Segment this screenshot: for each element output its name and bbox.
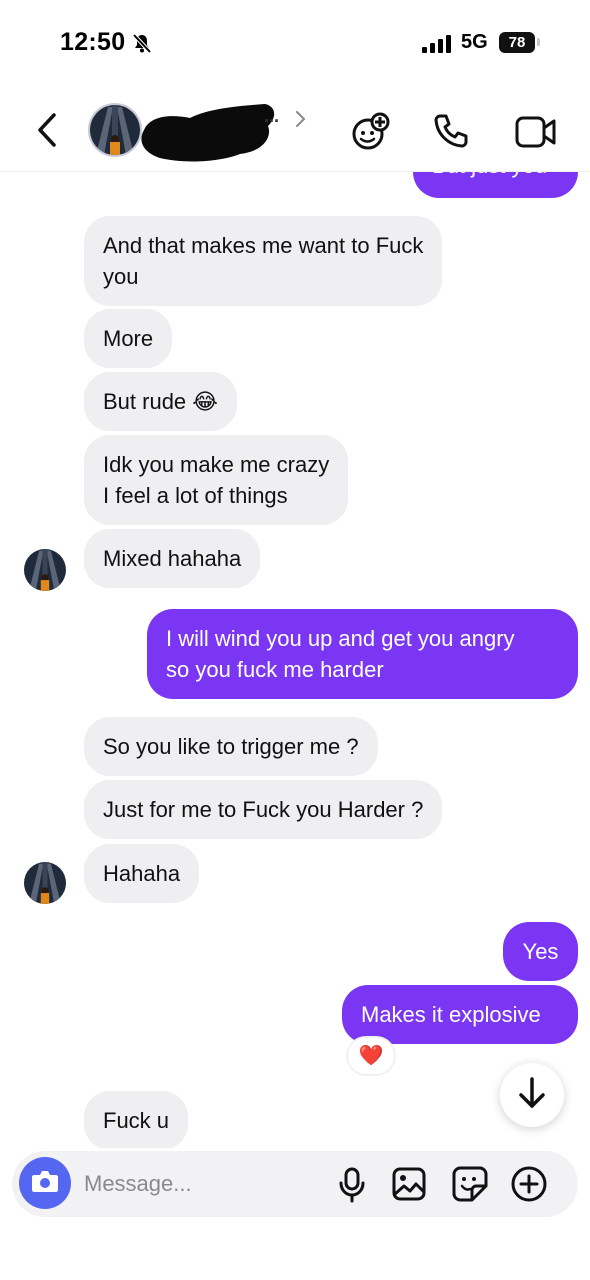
message-input[interactable] (84, 1163, 324, 1205)
contact-name-ellipsis[interactable]: ... (264, 106, 279, 127)
chevron-right-icon[interactable] (294, 110, 306, 133)
heart-reaction[interactable]: ❤️ (348, 1038, 394, 1074)
gallery-icon[interactable] (392, 1167, 426, 1206)
contact-avatar[interactable] (88, 103, 142, 157)
arrow-down-icon (517, 1076, 547, 1115)
microphone-icon[interactable] (338, 1167, 366, 1208)
message-incoming[interactable]: Hahaha (84, 844, 200, 903)
video-camera-icon[interactable] (515, 116, 557, 153)
status-bar: 12:50 5G 78 (0, 0, 590, 88)
battery-indicator: 78 (499, 32, 535, 53)
message-composer (12, 1151, 578, 1217)
message-incoming[interactable]: More (84, 309, 173, 368)
message-incoming[interactable]: But rude 😂 (84, 372, 237, 431)
sender-avatar[interactable] (24, 862, 66, 904)
network-label: 5G (461, 31, 488, 53)
message-incoming[interactable]: Mixed hahaha (84, 529, 261, 588)
message-outgoing[interactable]: Makes it explosive (342, 985, 578, 1044)
bell-slash-icon (131, 32, 153, 59)
message-incoming[interactable]: Idk you make me crazy I feel a lot of th… (84, 435, 349, 525)
message-incoming[interactable]: And that makes me want to Fuck you (84, 216, 443, 306)
camera-button[interactable] (19, 1157, 71, 1209)
battery-nub (537, 38, 540, 46)
plus-circle-icon[interactable] (511, 1166, 547, 1207)
signal-icon (422, 35, 454, 58)
scroll-to-bottom-button[interactable] (500, 1063, 564, 1127)
message-outgoing[interactable]: Yes (503, 922, 578, 981)
message-outgoing[interactable]: I will wind you up and get you angry so … (147, 609, 578, 699)
phone-icon[interactable] (433, 113, 469, 154)
sticker-icon[interactable] (452, 1166, 488, 1207)
contact-name-redacted[interactable] (140, 96, 280, 168)
camera-icon (31, 1169, 59, 1198)
message-incoming[interactable]: Just for me to Fuck you Harder ? (84, 780, 443, 839)
sender-avatar[interactable] (24, 549, 66, 591)
heart-icon: ❤️ (358, 1045, 384, 1067)
effects-icon[interactable] (350, 112, 392, 157)
chat-header: ... (0, 88, 590, 172)
status-time: 12:50 (60, 28, 126, 56)
back-icon[interactable] (32, 110, 62, 155)
message-incoming[interactable]: Fuck u (84, 1091, 189, 1148)
message-incoming[interactable]: So you like to trigger me ? (84, 717, 378, 776)
message-thread[interactable]: But just you And that makes me want to F… (0, 88, 590, 1148)
